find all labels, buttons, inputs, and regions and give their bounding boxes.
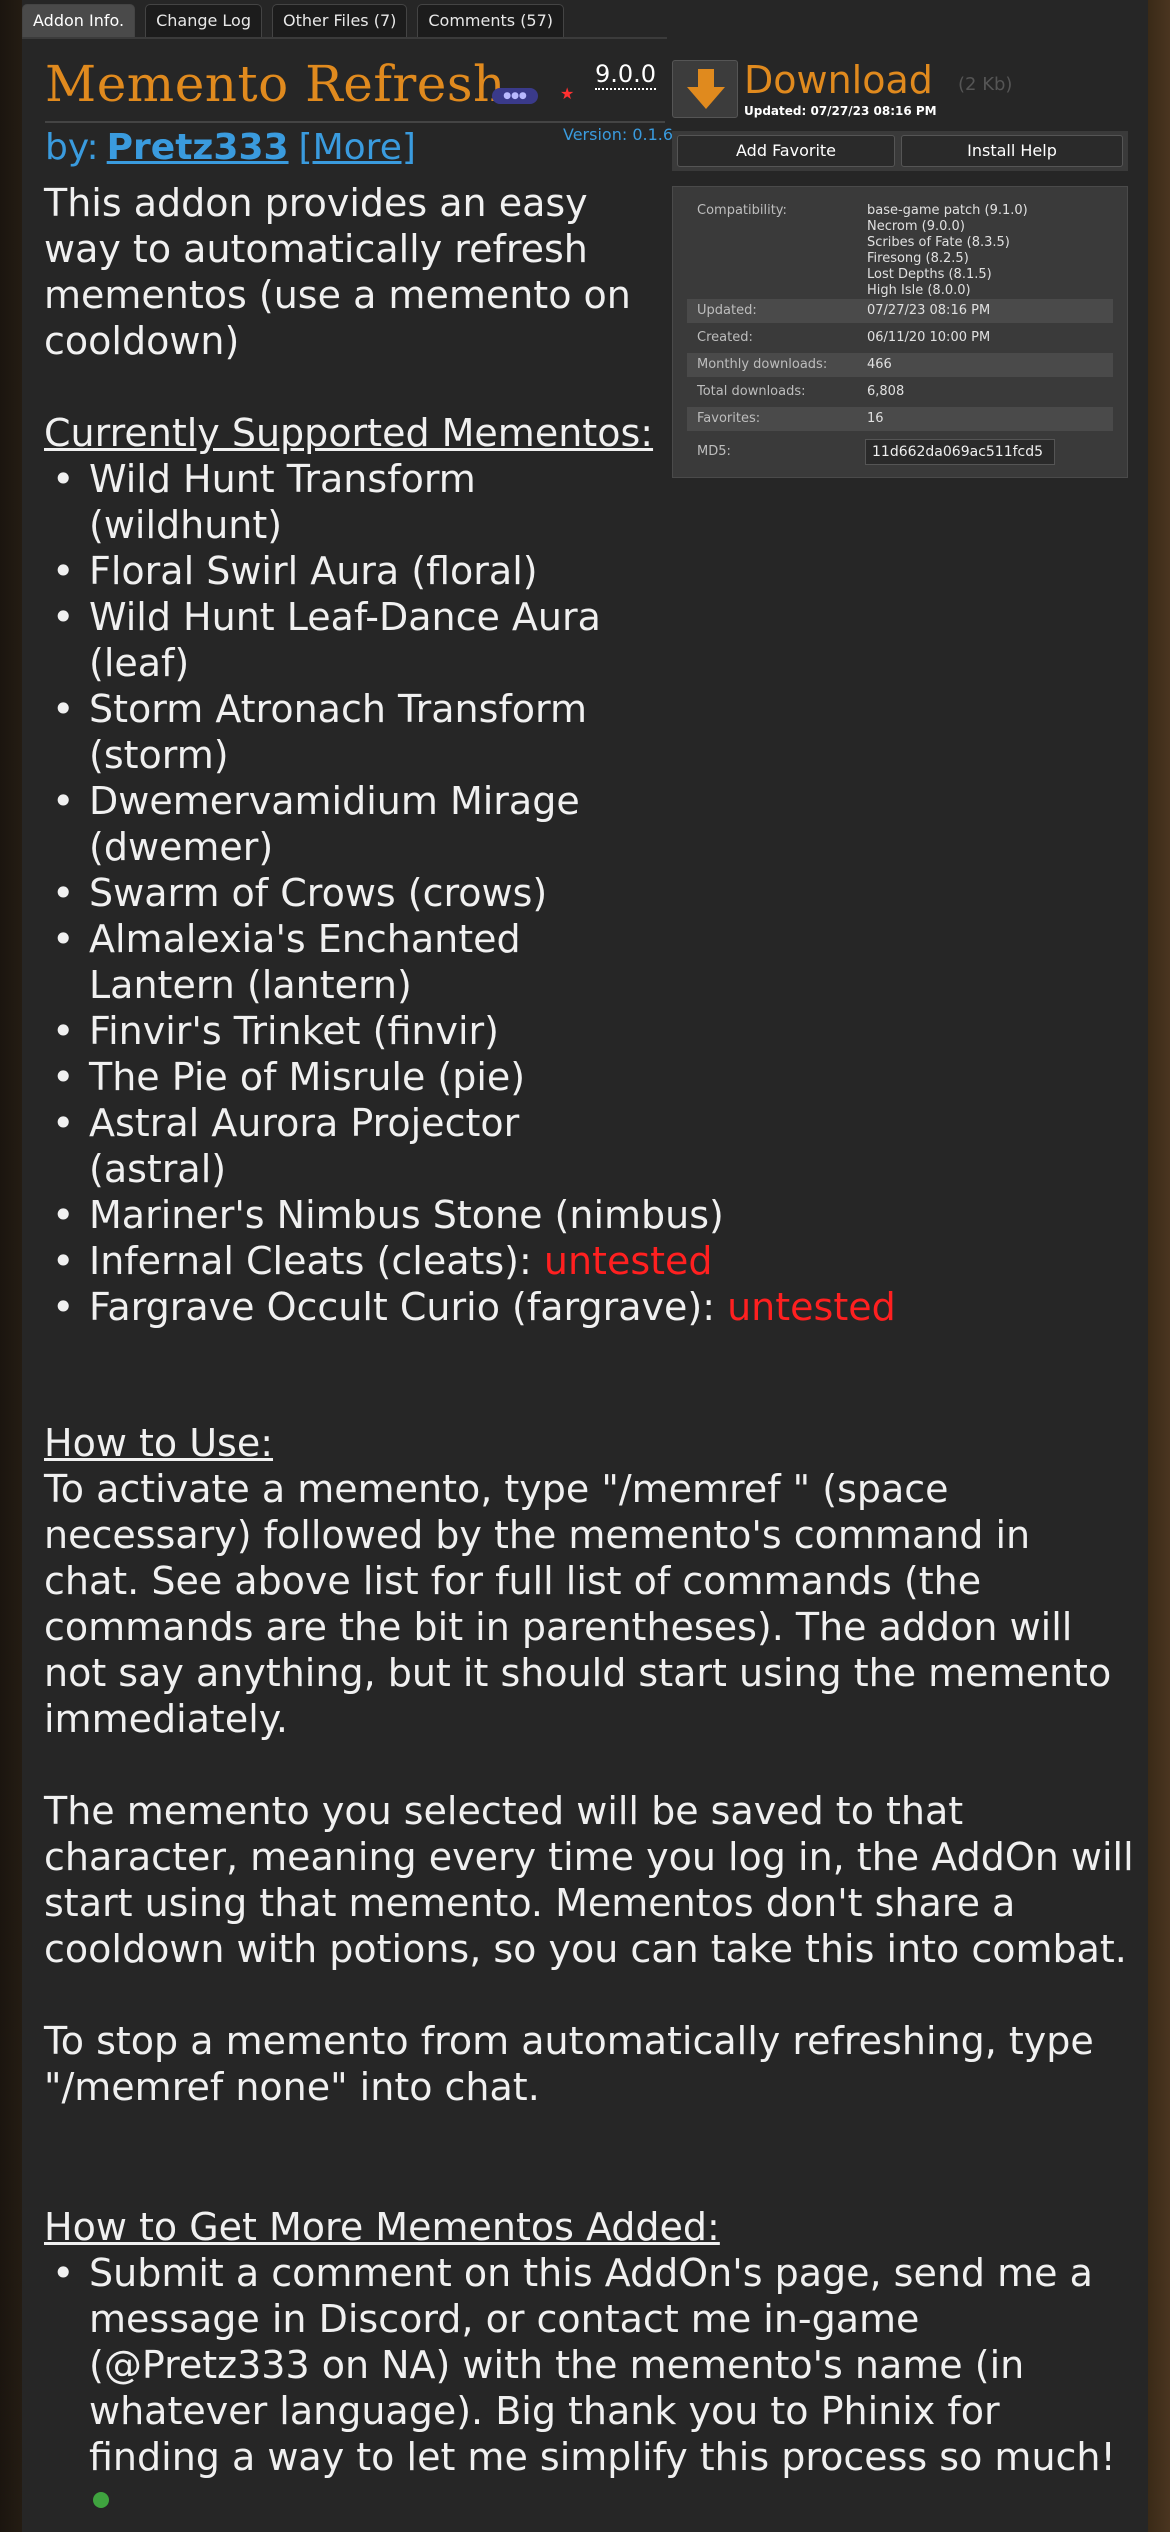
intro-text: This addon provides an easy way to autom… <box>44 181 631 363</box>
star-icon: ★ <box>560 84 575 103</box>
how-to-use-section: How to Use: To activate a memento, type … <box>44 1420 1134 2110</box>
compatibility-item: base-game patch (9.1.0) <box>867 203 1028 218</box>
info-value: 466 <box>867 357 892 372</box>
smiley-icon <box>93 2491 109 2508</box>
monthly-downloads-row: Monthly downloads: 466 <box>687 353 1113 377</box>
list-item: Storm Atronach Transform (storm) <box>44 686 664 778</box>
list-item: Floral Swirl Aura (floral) <box>44 548 664 594</box>
download-link[interactable]: Download <box>744 58 933 102</box>
more-mementos-heading: How to Get More Mementos Added: <box>44 2205 720 2249</box>
updated-row: Updated: 07/27/23 08:16 PM <box>687 299 1113 323</box>
memento-text: Wild Hunt Leaf-Dance Aura (leaf) <box>89 595 601 685</box>
addon-version: Version: 0.1.6 <box>563 125 674 144</box>
more-mementos-text: Submit a comment on this AddOn's page, s… <box>89 2251 1116 2479</box>
list-item: Wild Hunt Transform (wildhunt) <box>44 456 664 548</box>
how-to-use-paragraph: To activate a memento, type "/memref " (… <box>44 1467 1112 1741</box>
memento-list: Wild Hunt Transform (wildhunt) Floral Sw… <box>44 456 1134 1330</box>
tab-addon-info[interactable]: Addon Info. <box>22 4 136 39</box>
by-label: by: <box>45 127 99 168</box>
author-link[interactable]: Pretz333 <box>107 127 289 168</box>
supported-section: Currently Supported Mementos: Wild Hunt … <box>44 410 1134 1330</box>
how-to-use-paragraph: The memento you selected will be saved t… <box>44 1789 1134 1971</box>
install-help-button[interactable]: Install Help <box>901 135 1123 167</box>
tab-other-files[interactable]: Other Files (7) <box>272 4 408 39</box>
list-item: The Pie of Misrule (pie) <box>44 1054 664 1100</box>
compatibility-list: base-game patch (9.1.0) Necrom (9.0.0) S… <box>867 203 1028 299</box>
memento-text: Finvir's Trinket (finvir) <box>89 1009 499 1053</box>
created-row: Created: 06/11/20 10:00 PM <box>687 326 1113 350</box>
info-label: Created: <box>697 330 753 345</box>
memento-text: Dwemervamidium Mirage (dwemer) <box>89 779 580 869</box>
more-mementos-list: Submit a comment on this AddOn's page, s… <box>44 2250 1134 2526</box>
info-value: 07/27/23 08:16 PM <box>867 303 991 318</box>
memento-text: The Pie of Misrule (pie) <box>89 1055 526 1099</box>
how-to-use-paragraph: To stop a memento from automatically ref… <box>44 2019 1094 2109</box>
list-item: Wild Hunt Leaf-Dance Aura (leaf) <box>44 594 664 686</box>
author-line: by: Pretz333 [More] <box>45 127 416 168</box>
download-updated: Updated: 07/27/23 08:16 PM <box>744 104 937 118</box>
total-downloads-row: Total downloads: 6,808 <box>687 380 1113 404</box>
memento-text: Swarm of Crows (crows) <box>89 871 548 915</box>
list-item: Swarm of Crows (crows) <box>44 870 664 916</box>
info-label: Total downloads: <box>697 384 806 399</box>
list-item: Finvir's Trinket (finvir) <box>44 1008 664 1054</box>
memento-text: Mariner's Nimbus Stone (nimbus) <box>89 1193 724 1237</box>
compatibility-item: Necrom (9.0.0) <box>867 219 965 234</box>
memento-text: Fargrave Occult Curio (fargrave): <box>89 1285 728 1329</box>
tab-change-log[interactable]: Change Log <box>145 4 262 39</box>
tab-divider <box>22 37 667 39</box>
list-item: Infernal Cleats (cleats): untested <box>44 1238 1104 1284</box>
download-arrow-icon <box>687 69 725 109</box>
addon-title: Memento Refresh <box>45 55 506 113</box>
list-item: Fargrave Occult Curio (fargrave): untest… <box>44 1284 1104 1330</box>
list-item: Astral Aurora Projector (astral) <box>44 1100 604 1192</box>
info-label: Monthly downloads: <box>697 357 828 372</box>
list-item: Almalexia's Enchanted Lantern (lantern) <box>44 916 604 1008</box>
more-mementos-section: How to Get More Mementos Added: Submit a… <box>44 2204 1134 2526</box>
how-to-use-heading: How to Use: <box>44 1421 274 1465</box>
memento-text: Astral Aurora Projector (astral) <box>89 1101 520 1191</box>
tab-bar: Addon Info. Change Log Other Files (7) C… <box>22 4 565 39</box>
tab-comments[interactable]: Comments (57) <box>417 4 565 39</box>
title-divider <box>45 121 665 123</box>
compatibility-row: Compatibility: base-game patch (9.1.0) N… <box>687 201 1113 298</box>
download-size: (2 Kb) <box>958 74 1013 95</box>
memento-text: Floral Swirl Aura (floral) <box>89 549 538 593</box>
memento-text: Wild Hunt Transform (wildhunt) <box>89 457 476 547</box>
memento-text: Almalexia's Enchanted Lantern (lantern) <box>89 917 521 1007</box>
untested-label: untested <box>727 1285 896 1329</box>
more-link[interactable]: [More] <box>299 127 416 168</box>
compatibility-label: Compatibility: <box>697 203 787 218</box>
untested-label: untested <box>543 1239 713 1283</box>
info-value: 06/11/20 10:00 PM <box>867 330 991 345</box>
list-item: Submit a comment on this AddOn's page, s… <box>44 2250 1134 2526</box>
game-version[interactable]: 9.0.0 <box>595 60 657 90</box>
compatibility-item: Scribes of Fate (8.3.5) <box>867 235 1010 250</box>
memento-text: Storm Atronach Transform (storm) <box>89 687 588 777</box>
compatibility-item: High Isle (8.0.0) <box>867 283 971 298</box>
compatibility-item: Lost Depths (8.1.5) <box>867 267 992 282</box>
list-item: Dwemervamidium Mirage (dwemer) <box>44 778 664 870</box>
memento-text: Infernal Cleats (cleats): <box>89 1239 544 1283</box>
add-favorite-button[interactable]: Add Favorite <box>677 135 895 167</box>
info-value: 6,808 <box>867 384 905 399</box>
download-button[interactable] <box>672 60 738 118</box>
list-item: Mariner's Nimbus Stone (nimbus) <box>44 1192 1104 1238</box>
info-label: Updated: <box>697 303 757 318</box>
updated-badge-icon: ●●● <box>492 88 538 104</box>
compatibility-item: Firesong (8.2.5) <box>867 251 969 266</box>
supported-heading: Currently Supported Mementos: <box>44 411 654 455</box>
